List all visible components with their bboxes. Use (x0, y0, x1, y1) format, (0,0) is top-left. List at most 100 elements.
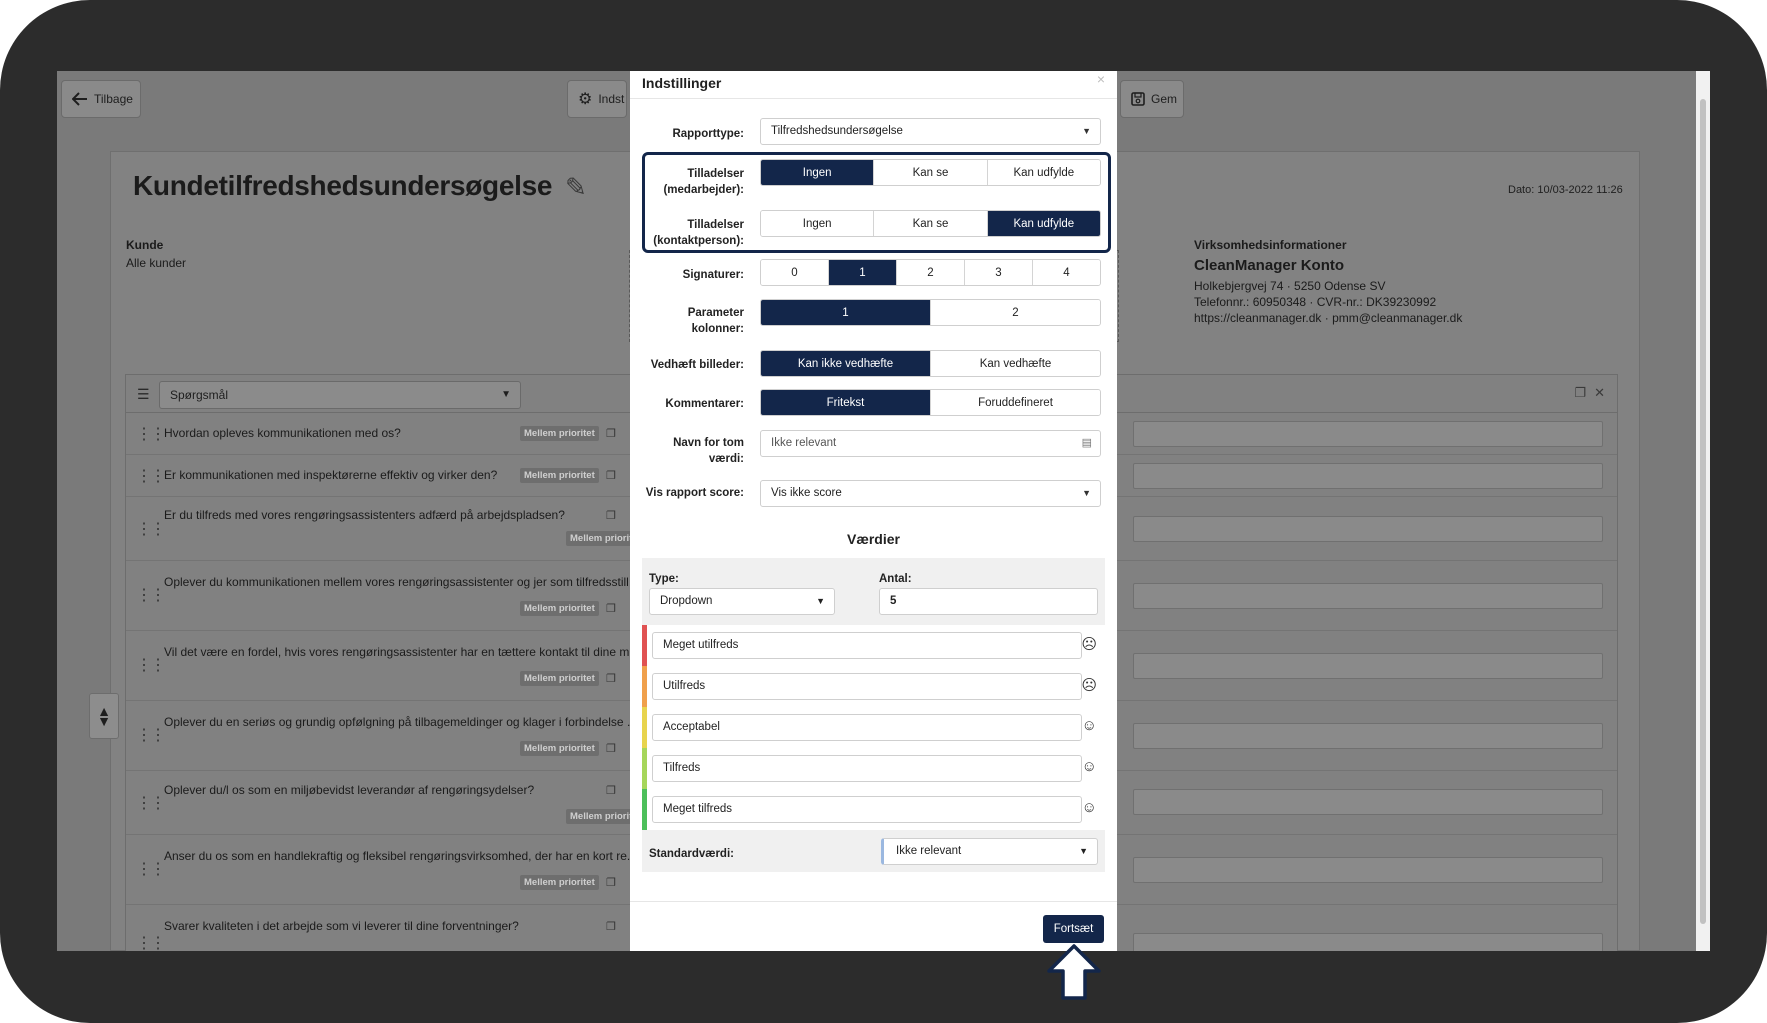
value-option-input[interactable]: Tilfreds (652, 755, 1082, 782)
drag-handle-icon[interactable]: ⋮⋮ (136, 933, 166, 951)
signaturer-option-2[interactable]: 2 (897, 260, 965, 285)
modal-footer-divider (630, 901, 1117, 902)
kommentarer-fritekst[interactable]: Fritekst (761, 390, 931, 415)
rapport-score-select[interactable]: Vis ikke score ▼ (760, 480, 1101, 507)
drag-handle-icon[interactable]: ⋮⋮ (136, 466, 166, 486)
drag-handle-icon[interactable]: ⋮⋮ (136, 725, 166, 745)
perm-medarbejder-toggle: Ingen Kan se Kan udfylde (760, 159, 1101, 186)
copy-icon[interactable]: ❐ (606, 602, 616, 615)
value-color-stripe (642, 666, 647, 707)
smile-face-icon[interactable]: ☺ (1082, 758, 1097, 775)
navn-tom-label: Navn for tom værdi: (673, 437, 744, 465)
question-text: Oplever du kommunikationen mellem vores … (164, 575, 639, 589)
happy-face-icon[interactable]: ☺ (1082, 799, 1097, 816)
company-web: https://cleanmanager.dk · pmm@cleanmanag… (1194, 311, 1463, 325)
close-icon[interactable]: ✕ (1594, 385, 1605, 401)
menu-icon[interactable]: ☰ (137, 386, 150, 403)
id-card-icon: ▤ (1081, 437, 1092, 449)
parameter-option-1[interactable]: 1 (761, 300, 931, 325)
rapporttype-label: Rapporttype: (672, 128, 744, 140)
drag-handle-icon[interactable]: ⋮⋮ (136, 859, 166, 879)
value-option-input[interactable]: Acceptabel (652, 714, 1082, 741)
perm-kontaktperson-kan-se[interactable]: Kan se (874, 211, 988, 236)
caret-down-icon: ▼ (1079, 846, 1088, 856)
billeder-kan-ikke[interactable]: Kan ikke vedhæfte (761, 351, 931, 376)
navn-tom-input[interactable]: Ikke relevant ▤ (760, 430, 1101, 457)
questions-select[interactable]: Spørgsmål ▼ (159, 381, 521, 409)
type-select[interactable]: Dropdown ▼ (649, 588, 835, 615)
scrollbar-thumb[interactable] (1700, 99, 1706, 924)
billeder-kan[interactable]: Kan vedhæfte (931, 351, 1100, 376)
value-option-input[interactable]: Utilfreds (652, 673, 1082, 700)
answer-bar (1133, 463, 1603, 489)
perm-medarbejder-ingen[interactable]: Ingen (761, 160, 875, 185)
signaturer-option-4[interactable]: 4 (1033, 260, 1100, 285)
sad-face-icon[interactable]: ☹ (1081, 676, 1097, 694)
copy-icon[interactable]: ❐ (606, 742, 616, 755)
kunde-label: Kunde (126, 238, 164, 252)
perm-kontaktperson-ingen[interactable]: Ingen (761, 211, 875, 236)
company-address: Holkebjergvej 74 · 5250 Odense SV (1194, 279, 1386, 293)
copy-icon[interactable]: ❐ (606, 509, 616, 522)
continue-button[interactable]: Fortsæt (1043, 915, 1104, 943)
rapporttype-select[interactable]: Tilfredshedsundersøgelse ▼ (760, 118, 1101, 145)
perm-kontaktperson-kan-udfylde[interactable]: Kan udfylde (987, 211, 1100, 236)
priority-badge: Mellem prioritet (520, 741, 599, 756)
perm-medarbejder-kan-udfylde[interactable]: Kan udfylde (987, 160, 1100, 185)
billeder-label: Vedhæft billeder: (650, 359, 744, 371)
drag-handle-icon[interactable]: ⋮⋮ (136, 585, 166, 605)
report-date: Dato: 10/03-2022 11:26 (1508, 184, 1623, 196)
drag-handle-icon[interactable]: ⋮⋮ (136, 424, 166, 444)
copy-icon[interactable]: ❐ (606, 920, 616, 933)
parameter-toggle: 1 2 (760, 299, 1101, 326)
copy-icon[interactable]: ❐ (606, 876, 616, 889)
value-option-row: Acceptabel ☺ (642, 707, 1105, 748)
drag-handle-icon[interactable]: ⋮⋮ (136, 655, 166, 675)
priority-badge: Mellem prioritet (520, 671, 599, 686)
close-icon[interactable]: × (1097, 71, 1105, 87)
settings-modal: Indstillinger × Rapporttype: Tilfredshed… (630, 71, 1117, 951)
value-option-input[interactable]: Meget utilfreds (652, 632, 1082, 659)
save-label: Gem (1151, 92, 1178, 106)
question-text: Er du tilfreds med vores rengøringsassis… (164, 508, 565, 522)
value-option-input[interactable]: Meget tilfreds (652, 796, 1082, 823)
standardvaerdi-select[interactable]: Ikke relevant ▼ (881, 838, 1098, 865)
panel-actions: ❐ ✕ (1574, 385, 1605, 401)
kunde-value: Alle kunder (126, 256, 187, 270)
drag-handle-icon[interactable]: ⋮⋮ (136, 793, 166, 813)
kommentarer-foruddefineret[interactable]: Foruddefineret (931, 390, 1100, 415)
parameter-option-2[interactable]: 2 (931, 300, 1100, 325)
page-scrollbar[interactable] (1696, 71, 1710, 951)
value-color-stripe (642, 748, 647, 789)
copy-icon[interactable]: ❐ (1574, 385, 1586, 401)
sad-face-icon[interactable]: ☹ (1081, 635, 1097, 653)
drag-handle-icon[interactable]: ⋮⋮ (136, 519, 166, 539)
copy-icon[interactable]: ❐ (606, 469, 616, 482)
antal-input[interactable]: 5 (879, 588, 1098, 615)
settings-button[interactable]: ⚙ Indst (567, 80, 627, 118)
perm-kontaktperson-toggle: Ingen Kan se Kan udfylde (760, 210, 1101, 237)
signaturer-option-1[interactable]: 1 (829, 260, 897, 285)
neutral-face-icon[interactable]: ☺ (1082, 717, 1097, 734)
type-label: Type: (649, 573, 679, 585)
modal-title: Indstillinger (642, 75, 722, 91)
signaturer-option-0[interactable]: 0 (761, 260, 829, 285)
copy-icon[interactable]: ❐ (606, 427, 616, 440)
perm-medarbejder-kan-se[interactable]: Kan se (874, 160, 988, 185)
caret-down-icon: ▼ (1082, 488, 1091, 498)
save-button[interactable]: Gem (1120, 80, 1184, 118)
answer-bar (1133, 653, 1603, 679)
copy-icon[interactable]: ❐ (606, 784, 616, 797)
standardvaerdi-value: Ikke relevant (896, 845, 962, 857)
back-button[interactable]: Tilbage (61, 80, 141, 118)
sort-toggle-button[interactable]: ▲ ▼ (89, 693, 119, 739)
gear-icon: ⚙ (578, 91, 593, 108)
question-text: Anser du os som en handlekraftig og flek… (164, 849, 637, 863)
pencil-icon[interactable]: ✎ (565, 172, 587, 203)
signaturer-option-3[interactable]: 3 (965, 260, 1033, 285)
signaturer-label: Signaturer: (682, 269, 744, 281)
company-phone: Telefonnr.: 60950348 · CVR-nr.: DK392309… (1194, 295, 1437, 309)
kommentarer-label: Kommentarer: (665, 398, 744, 410)
caret-down-icon: ▼ (1082, 126, 1091, 136)
copy-icon[interactable]: ❐ (606, 672, 616, 685)
